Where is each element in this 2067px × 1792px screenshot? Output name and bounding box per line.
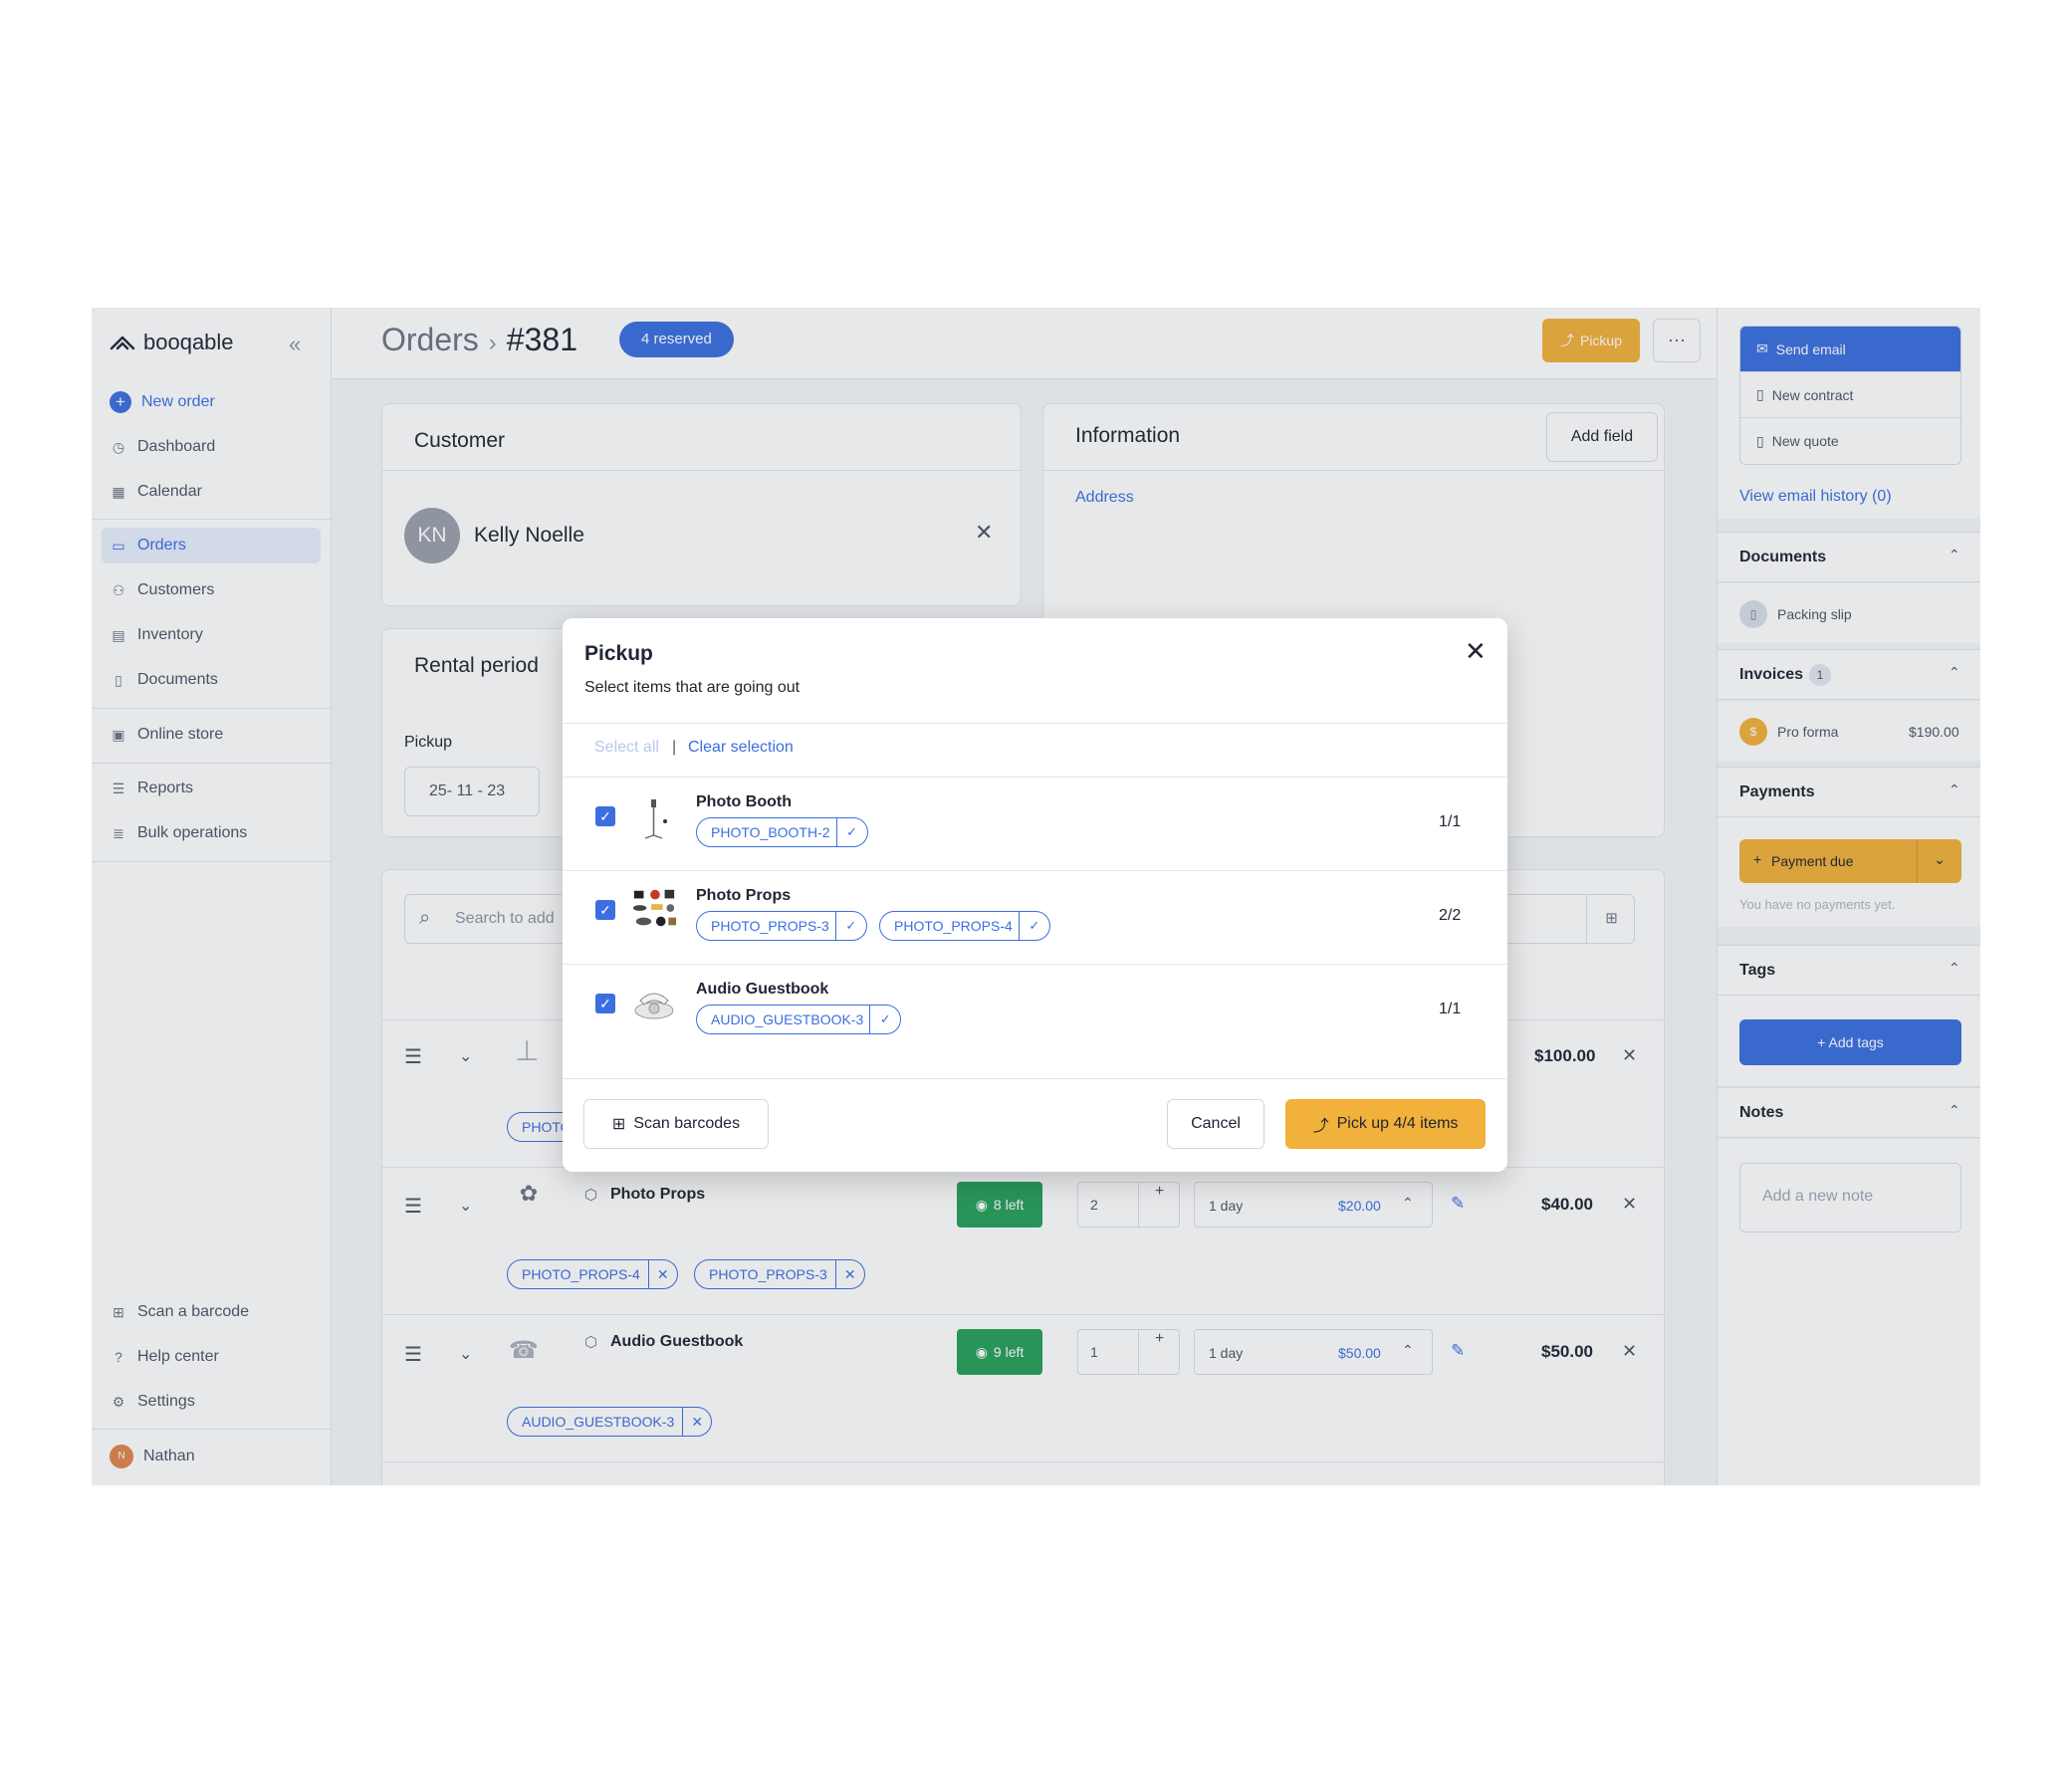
- pickup-row-photo-props: ✓ Photo Props PHOTO_PROPS-3 ✓ PHOTO_PROPS…: [563, 870, 1507, 964]
- stock-item-tag[interactable]: PHOTO_PROPS-3 ✓: [696, 911, 867, 941]
- pickup-row-photo-booth: ✓ Photo Booth PHOTO_BOOTH-2 ✓ 1/1: [563, 777, 1507, 870]
- product-thumbnail: [630, 885, 678, 933]
- photo-booth-icon: [644, 799, 667, 839]
- confirm-pickup-label: Pick up 4/4 items: [1336, 1115, 1459, 1132]
- separator: |: [672, 739, 677, 756]
- check-circle-icon: ✓: [845, 918, 857, 933]
- stock-item-tag-label: PHOTO_PROPS-3: [697, 912, 836, 940]
- check-circle-icon: ✓: [879, 1011, 891, 1026]
- confirm-pickup-button[interactable]: ⤴ Pick up 4/4 items: [1285, 1099, 1486, 1149]
- select-all-link[interactable]: Select all: [594, 739, 659, 757]
- product-thumbnail: [630, 979, 678, 1026]
- row-checkbox[interactable]: ✓: [595, 900, 615, 920]
- pickup-arrow-icon: ⤴: [1312, 1118, 1329, 1135]
- modal-title: Pickup: [584, 642, 653, 665]
- product-name: Photo Booth: [696, 793, 792, 810]
- stock-item-tag-label: AUDIO_GUESTBOOK-3: [697, 1006, 871, 1033]
- row-checkbox[interactable]: ✓: [595, 994, 615, 1013]
- picked-quantity: 2/2: [1439, 907, 1462, 924]
- divider: [563, 723, 1507, 724]
- clear-selection-link[interactable]: Clear selection: [688, 739, 794, 757]
- close-icon[interactable]: ✕: [1465, 636, 1487, 667]
- stock-item-tag-label: PHOTO_PROPS-4: [880, 912, 1020, 940]
- row-checkbox[interactable]: ✓: [595, 806, 615, 826]
- product-name: Photo Props: [696, 887, 792, 904]
- modal-subtitle: Select items that are going out: [584, 679, 801, 696]
- check-circle-icon: ✓: [846, 824, 857, 839]
- stock-item-tag[interactable]: PHOTO_PROPS-4 ✓: [879, 911, 1050, 941]
- product-thumbnail: [630, 791, 678, 839]
- picked-quantity: 1/1: [1439, 813, 1462, 830]
- product-name: Audio Guestbook: [696, 981, 829, 998]
- barcode-icon: ⊞: [611, 1116, 626, 1133]
- stock-item-tag[interactable]: PHOTO_BOOTH-2 ✓: [696, 817, 868, 847]
- picked-quantity: 1/1: [1439, 1001, 1462, 1017]
- scan-barcodes-button[interactable]: ⊞ Scan barcodes: [583, 1099, 769, 1149]
- cancel-button[interactable]: Cancel: [1167, 1099, 1264, 1149]
- telephone-icon: [634, 993, 674, 1019]
- pickup-modal: Pickup Select items that are going out ✕…: [563, 618, 1507, 1172]
- divider: [563, 1078, 1507, 1079]
- check-circle-icon: ✓: [1029, 918, 1040, 933]
- photo-props-icon: [632, 889, 677, 927]
- stock-item-tag-label: PHOTO_BOOTH-2: [697, 818, 837, 846]
- scan-barcodes-label: Scan barcodes: [633, 1115, 741, 1132]
- stock-item-tag[interactable]: AUDIO_GUESTBOOK-3 ✓: [696, 1005, 902, 1034]
- pickup-row-audio-guestbook: ✓ Audio Guestbook AUDIO_GUESTBOOK-3 ✓ 1/1: [563, 964, 1507, 1057]
